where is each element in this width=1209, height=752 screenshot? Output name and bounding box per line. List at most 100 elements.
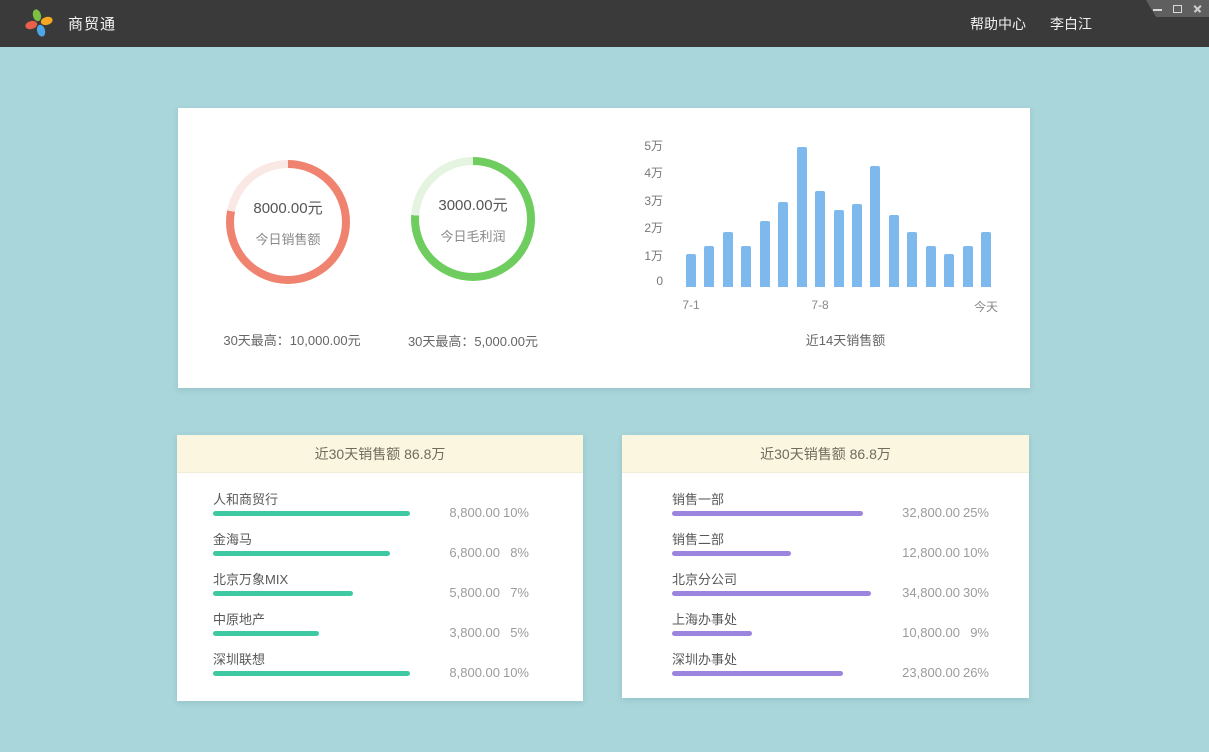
row-percent: 10% (500, 505, 529, 520)
row-percent: 10% (500, 665, 529, 680)
sales-list-row: 北京分公司34,800.0030% (672, 569, 989, 596)
today-profit-donut: 3000.00元 今日毛利润 (411, 157, 535, 281)
sales-list-row: 人和商贸行8,800.0010% (213, 489, 529, 516)
user-name-link[interactable]: 李白江 (1050, 14, 1092, 34)
sales-list-row: 销售一部32,800.0025% (672, 489, 989, 516)
sales-list-row: 深圳办事处23,800.0026% (672, 649, 989, 676)
daily-sales-bar (907, 232, 917, 287)
row-bar (213, 511, 410, 516)
app-title: 商贸通 (68, 0, 116, 47)
row-label: 销售二部 (672, 529, 724, 548)
row-label: 人和商贸行 (213, 489, 278, 508)
row-bar (672, 671, 843, 676)
row-figures: 23,800.0026% (880, 665, 989, 680)
row-bar (213, 591, 353, 596)
customers-row-list: 人和商贸行8,800.0010%金海马6,800.008%北京万象MIX5,80… (177, 473, 583, 676)
today-overview-card: 8000.00元 今日销售额 30天最高：10,000.00元 3000.00元… (178, 108, 1030, 388)
daily-sales-bar (815, 191, 825, 287)
minimize-icon[interactable] (1152, 3, 1163, 14)
row-figures: 32,800.0025% (880, 505, 989, 520)
daily-sales-bar (944, 254, 954, 287)
row-figures: 5,800.007% (420, 585, 529, 600)
row-bar (672, 591, 871, 596)
departments-card-title: 近30天销售额 86.8万 (760, 444, 891, 464)
row-bar (213, 671, 410, 676)
daily-sales-bar (686, 254, 696, 287)
today-profit-label: 今日毛利润 (440, 226, 505, 245)
row-figures: 8,800.0010% (420, 665, 529, 680)
y-axis-tick-label: 2万 (613, 219, 663, 236)
daily-sales-bar (704, 246, 714, 287)
today-sales-label: 今日销售额 (255, 229, 320, 248)
row-percent: 7% (500, 585, 529, 600)
row-figures: 8,800.0010% (420, 505, 529, 520)
row-value: 3,800.00 (420, 625, 500, 640)
row-percent: 25% (960, 505, 989, 520)
daily-sales-bar (834, 210, 844, 287)
y-axis-tick-label: 4万 (613, 164, 663, 181)
header-nav: 帮助中心 李白江 (970, 0, 1092, 47)
daily-sales-bar (981, 232, 991, 287)
today-sales-value: 8000.00元 (253, 197, 322, 218)
x-axis-tick-label: 今天 (974, 298, 998, 315)
row-value: 10,800.00 (880, 625, 960, 640)
today-sales-donut: 8000.00元 今日销售额 (226, 160, 350, 284)
daily-sales-bar (760, 221, 770, 287)
row-percent: 5% (500, 625, 529, 640)
departments-sales-card: 近30天销售额 86.8万 销售一部32,800.0025%销售二部12,800… (622, 435, 1029, 698)
sales-list-row: 销售二部12,800.0010% (672, 529, 989, 556)
row-figures: 3,800.005% (420, 625, 529, 640)
daily-sales-bar (963, 246, 973, 287)
row-value: 5,800.00 (420, 585, 500, 600)
customers-card-header: 近30天销售额 86.8万 (177, 435, 583, 473)
row-label: 金海马 (213, 529, 252, 548)
help-center-link[interactable]: 帮助中心 (970, 14, 1026, 34)
row-figures: 6,800.008% (420, 545, 529, 560)
daily-sales-bar (889, 215, 899, 287)
row-value: 8,800.00 (420, 665, 500, 680)
row-bar (672, 511, 863, 516)
sales-list-row: 金海马6,800.008% (213, 529, 529, 556)
daily-sales-bar (852, 204, 862, 287)
row-label: 北京分公司 (672, 569, 737, 588)
row-label: 深圳联想 (213, 649, 265, 668)
row-bar (213, 631, 319, 636)
departments-card-header: 近30天销售额 86.8万 (622, 435, 1029, 473)
row-label: 深圳办事处 (672, 649, 737, 668)
row-percent: 9% (960, 625, 989, 640)
daily-sales-bar (723, 232, 733, 287)
today-sales-max-label: 30天最高：10,000.00元 (192, 330, 392, 349)
app-logo-icon (24, 8, 54, 38)
row-label: 中原地产 (213, 609, 265, 628)
sales-list-row: 深圳联想8,800.0010% (213, 649, 529, 676)
daily-sales-bar (926, 246, 936, 287)
sales-14d-bar-chart (686, 146, 991, 287)
sales-14d-y-axis: 01万2万3万4万5万 (613, 108, 663, 388)
y-axis-tick-label: 1万 (613, 247, 663, 264)
daily-sales-bar (741, 246, 751, 287)
row-value: 32,800.00 (880, 505, 960, 520)
row-percent: 10% (960, 545, 989, 560)
row-bar (213, 551, 390, 556)
row-percent: 26% (960, 665, 989, 680)
close-icon[interactable] (1192, 3, 1203, 14)
sales-list-row: 北京万象MIX5,800.007% (213, 569, 529, 596)
sales-list-row: 中原地产3,800.005% (213, 609, 529, 636)
row-value: 12,800.00 (880, 545, 960, 560)
daily-sales-bar (778, 202, 788, 287)
sales-14d-chart-title: 近14天销售额 (693, 330, 998, 349)
app-header: 商贸通 帮助中心 李白江 (0, 0, 1209, 47)
row-figures: 12,800.0010% (880, 545, 989, 560)
today-sales-donut-center: 8000.00元 今日销售额 (234, 168, 342, 276)
row-bar (672, 551, 791, 556)
maximize-icon[interactable] (1172, 3, 1183, 14)
row-value: 23,800.00 (880, 665, 960, 680)
customers-sales-card: 近30天销售额 86.8万 人和商贸行8,800.0010%金海马6,800.0… (177, 435, 583, 701)
y-axis-tick-label: 5万 (613, 137, 663, 154)
row-bar (672, 631, 752, 636)
departments-row-list: 销售一部32,800.0025%销售二部12,800.0010%北京分公司34,… (622, 473, 1029, 676)
x-axis-tick-label: 7-1 (682, 298, 699, 312)
row-value: 8,800.00 (420, 505, 500, 520)
row-label: 销售一部 (672, 489, 724, 508)
row-percent: 8% (500, 545, 529, 560)
